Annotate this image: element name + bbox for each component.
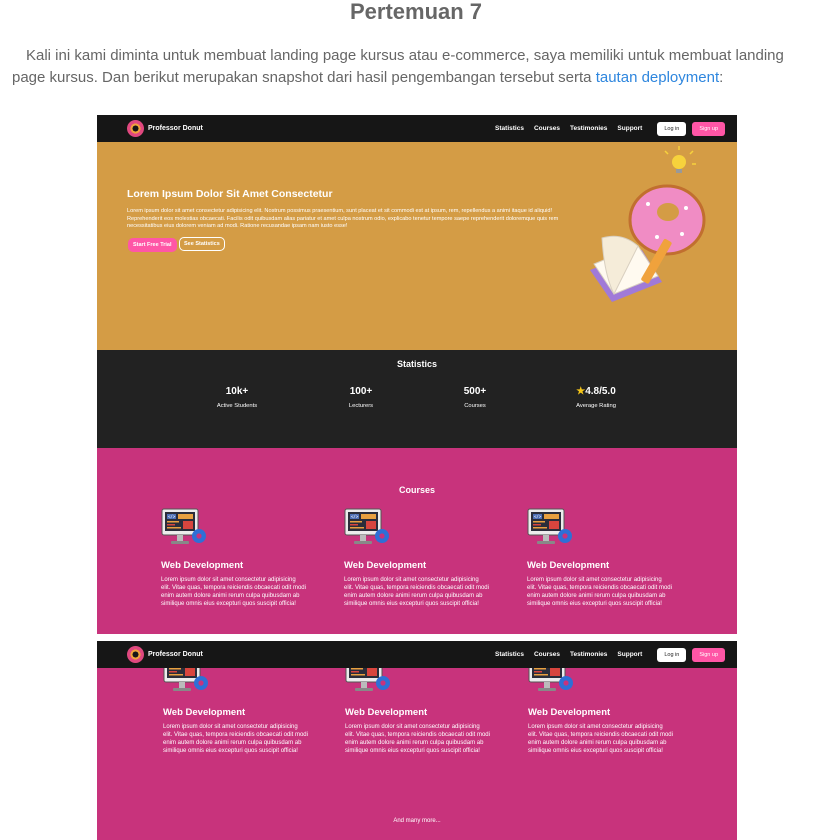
stat-item: 10k+ Active Students [192,386,282,409]
brand-name[interactable]: Professor Donut [148,125,203,132]
stat-item: 500+ Courses [430,386,520,409]
nav-link-testimonies[interactable]: Testimonies [570,125,607,132]
course-card[interactable]: Web Development Lorem ipsum dolor sit am… [161,508,311,608]
course-card[interactable]: Web Development Lorem ipsum dolor sit am… [344,508,494,608]
see-statistics-button[interactable]: See Statistics [179,237,225,251]
stat-value: ★4.8/5.0 [551,386,641,397]
and-many-more-text: And many more... [393,818,441,824]
nav-link-statistics[interactable]: Statistics [495,651,524,658]
stat-item: ★4.8/5.0 Average Rating [551,386,641,409]
code-monitor-icon [527,508,575,548]
courses-heading: Courses [398,485,435,495]
code-monitor-icon [344,508,392,548]
screenshot-landing-top: Professor Donut Statistics Courses Testi… [97,115,737,634]
nav-link-testimonies[interactable]: Testimonies [570,651,607,658]
nav-link-support[interactable]: Support [617,651,642,658]
course-description: Lorem ipsum dolor sit amet consectetur a… [344,577,489,607]
nav-link-courses[interactable]: Courses [534,651,560,658]
deployment-link[interactable]: tautan deployment [596,69,719,86]
statistics-section: Statistics 10k+ Active Students 100+ Lec… [97,350,737,448]
page-title: Pertemuan 7 [349,0,483,24]
course-card[interactable]: Web Development Lorem ipsum dolor sit am… [345,655,495,755]
start-trial-button[interactable]: Start Free Trial [128,238,177,252]
course-title: Web Development [528,707,611,718]
stat-label: Active Students [216,403,258,409]
intro-paragraph: Kali ini kami diminta untuk membuat land… [12,45,812,89]
course-title: Web Development [163,707,246,718]
hero-title: Lorem Ipsum Dolor Sit Amet Consectetur [127,188,333,200]
intro-end: : [719,69,724,86]
stat-value: 500+ [463,386,487,397]
courses-section: Courses Web Development Lorem ipsum dolo… [97,448,737,634]
signup-button[interactable]: Sign up [692,647,725,662]
course-card[interactable]: Web Development Lorem ipsum dolor sit am… [163,655,313,755]
stat-value: 10k+ [225,386,249,397]
brand-name[interactable]: Professor Donut [148,651,203,658]
nav-link-statistics[interactable]: Statistics [495,125,524,132]
course-card[interactable]: Web Development Lorem ipsum dolor sit am… [527,508,677,608]
stat-item: 100+ Lecturers [316,386,406,409]
course-title: Web Development [344,560,427,571]
hero-section: Lorem Ipsum Dolor Sit Amet Consectetur L… [97,142,737,350]
navbar: Professor Donut Statistics Courses Testi… [97,641,737,668]
stat-label: Average Rating [576,403,616,409]
rating-value: 4.8/5.0 [585,386,616,397]
nav-link-support[interactable]: Support [617,125,642,132]
screenshot-landing-courses: Professor Donut Statistics Courses Testi… [97,641,737,840]
course-title: Web Development [345,707,428,718]
donut-logo-icon[interactable] [127,120,144,137]
course-title: Web Development [527,560,610,571]
courses-section: Web Development Lorem ipsum dolor sit am… [97,668,737,840]
nav-link-courses[interactable]: Courses [534,125,560,132]
statistics-heading: Statistics [396,359,438,369]
nav-links: Statistics Courses Testimonies Support L… [485,121,725,136]
donut-logo-icon[interactable] [127,646,144,663]
book-donut-illustration-icon [590,146,706,302]
code-monitor-icon [161,508,209,548]
signup-button[interactable]: Sign up [692,121,725,136]
stat-value: 100+ [349,386,373,397]
course-title: Web Development [161,560,244,571]
lightbulb-icon [664,146,696,173]
course-description: Lorem ipsum dolor sit amet consectetur a… [161,577,306,607]
course-description: Lorem ipsum dolor sit amet consectetur a… [345,724,490,754]
navbar: Professor Donut Statistics Courses Testi… [97,115,737,142]
course-description: Lorem ipsum dolor sit amet consectetur a… [163,724,308,754]
hero-text: Lorem ipsum dolor sit amet consectetur a… [127,208,559,230]
course-description: Lorem ipsum dolor sit amet consectetur a… [528,724,673,754]
course-card[interactable]: Web Development Lorem ipsum dolor sit am… [528,655,678,755]
login-button[interactable]: Log in [657,121,687,136]
nav-links: Statistics Courses Testimonies Support L… [485,647,725,662]
login-button[interactable]: Log in [657,647,687,662]
stat-label: Lecturers [348,403,374,409]
course-description: Lorem ipsum dolor sit amet consectetur a… [527,577,672,607]
star-icon: ★ [576,386,586,397]
stat-label: Courses [464,403,486,409]
